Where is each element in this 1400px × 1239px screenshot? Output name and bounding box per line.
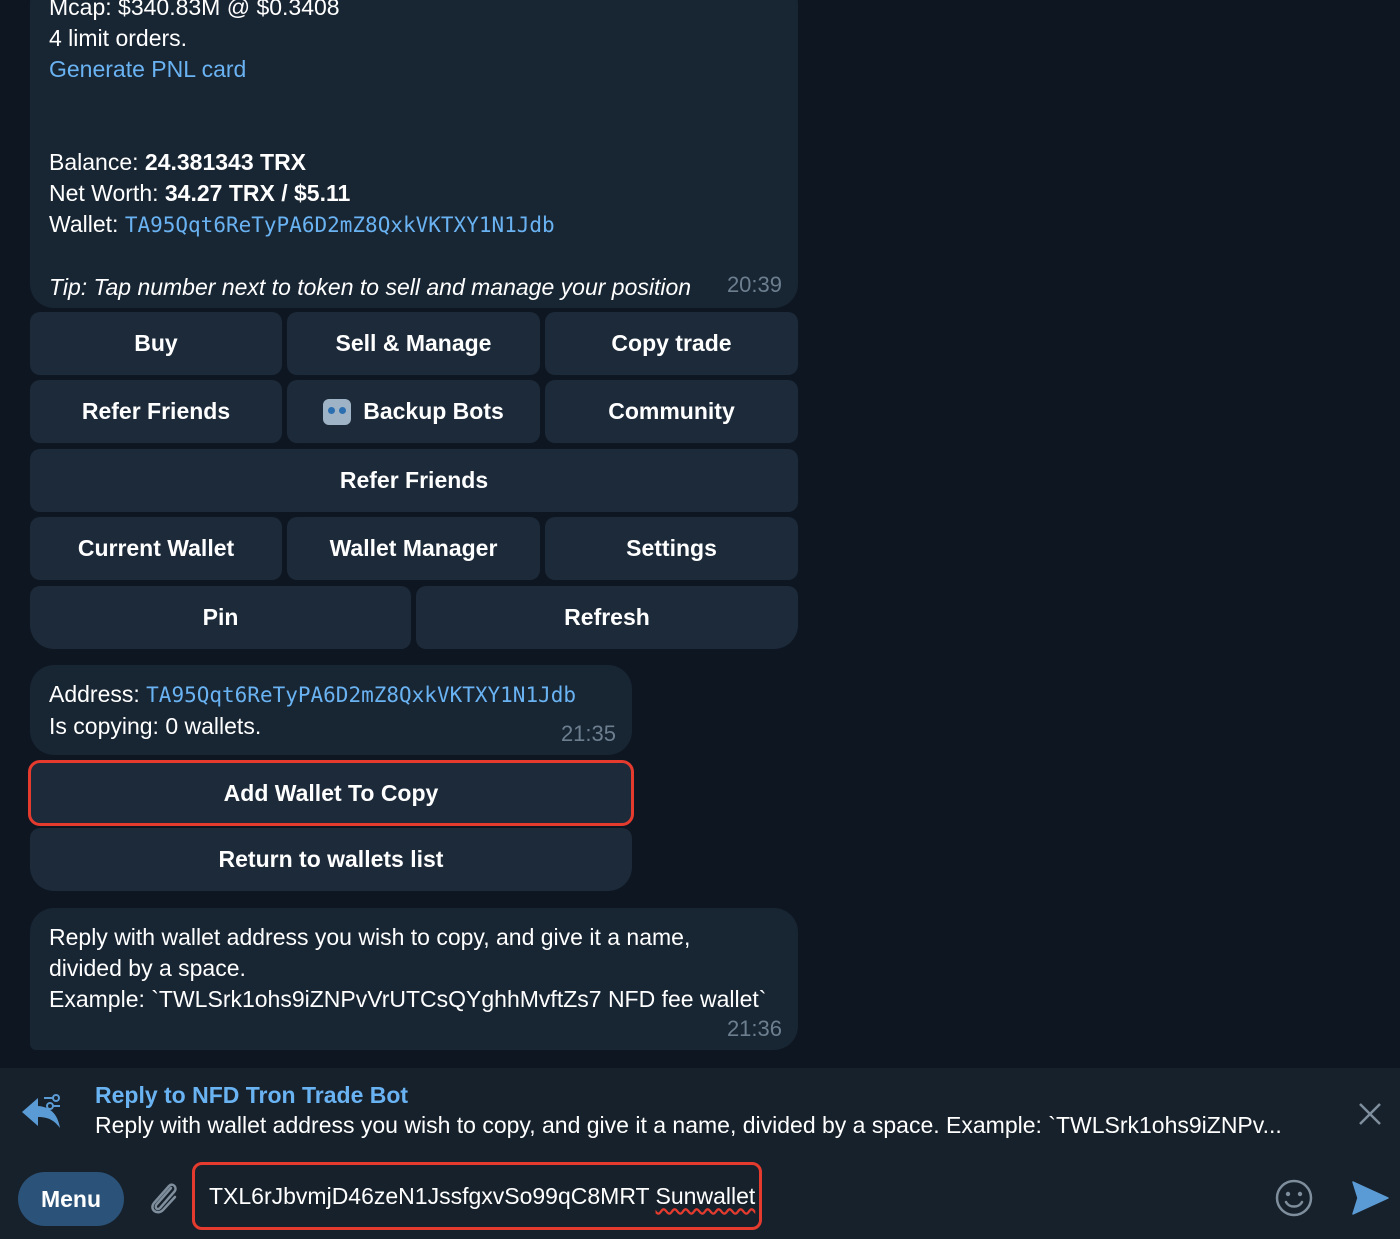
networth-label: Net Worth:: [49, 180, 165, 206]
community-button[interactable]: Community: [545, 380, 798, 443]
message-time: 21:35: [560, 721, 616, 746]
reply-title: Reply to NFD Tron Trade Bot: [95, 1082, 409, 1108]
tip-text: Tip: Tap number next to token to sell an…: [49, 274, 692, 300]
add-wallet-to-copy-button[interactable]: Add Wallet To Copy: [28, 760, 634, 826]
chat-history: Mcap: $340.83M @ $0.3408 4 limit orders.…: [0, 0, 1400, 1068]
message-bubble-instructions: Reply with wallet address you wish to co…: [30, 908, 798, 1050]
menu-button[interactable]: Menu: [18, 1172, 124, 1226]
reply-preview-text: Reply with wallet address you wish to co…: [95, 1112, 1282, 1138]
message-bubble-wallet-summary: Mcap: $340.83M @ $0.3408 4 limit orders.…: [30, 0, 798, 308]
instructions-line-3: Example: `TWLSrk1ohs9iZNPvVrUTCsQYghhMvf…: [49, 986, 767, 1012]
copy-trade-button[interactable]: Copy trade: [545, 312, 798, 375]
refer-friends-button[interactable]: Refer Friends: [30, 380, 282, 443]
refer-friends-wide-button[interactable]: Refer Friends: [30, 449, 798, 512]
sell-manage-button[interactable]: Sell & Manage: [287, 312, 540, 375]
networth-row: Net Worth: 34.27 TRX / $5.11: [49, 178, 798, 209]
copying-text: Is copying: 0 wallets.: [49, 713, 262, 739]
address-row: Address: TA95Qqt6ReTyPA6D2mZ8QxkVKTXY1N1…: [49, 679, 632, 711]
wallet-label: Wallet:: [49, 211, 125, 237]
return-to-wallets-list-button[interactable]: Return to wallets list: [30, 828, 632, 891]
networth-value: 34.27 TRX / $5.11: [164, 180, 351, 206]
refresh-button[interactable]: Refresh: [416, 586, 798, 649]
generate-pnl-link[interactable]: Generate PNL card: [49, 54, 798, 85]
emoji-icon[interactable]: [1274, 1178, 1314, 1218]
backup-bots-button[interactable]: Backup Bots: [287, 380, 540, 443]
wallet-address[interactable]: TA95Qqt6ReTyPA6D2mZ8QxkVKTXY1N1Jdb: [125, 213, 555, 237]
paperclip-icon[interactable]: [145, 1178, 181, 1218]
pin-button[interactable]: Pin: [30, 586, 411, 649]
send-icon[interactable]: [1350, 1178, 1390, 1218]
balance-label: Balance:: [49, 149, 145, 175]
close-icon[interactable]: [1358, 1102, 1382, 1126]
message-time: 21:36: [726, 1016, 782, 1041]
reply-arrow-icon: [22, 1094, 60, 1128]
address-label: Address:: [49, 681, 147, 707]
instructions-line-2: divided by a space.: [49, 955, 246, 981]
address-value[interactable]: TA95Qqt6ReTyPA6D2mZ8QxkVKTXY1N1Jdb: [146, 683, 576, 707]
message-bubble-copy-status: Address: TA95Qqt6ReTyPA6D2mZ8QxkVKTXY1N1…: [30, 665, 632, 755]
input-address-text: TXL6rJbvmjD46zeN1JssfgxvSo99qC8MRT: [209, 1182, 656, 1209]
instructions-line-1: Reply with wallet address you wish to co…: [49, 924, 691, 950]
settings-button[interactable]: Settings: [545, 517, 798, 580]
mcap-text: Mcap: $340.83M @ $0.3408: [49, 0, 340, 20]
wallet-row: Wallet: TA95Qqt6ReTyPA6D2mZ8QxkVKTXY1N1J…: [49, 209, 798, 241]
wallet-manager-button[interactable]: Wallet Manager: [287, 517, 540, 580]
limit-orders-text: 4 limit orders.: [49, 25, 188, 51]
buy-button[interactable]: Buy: [30, 312, 282, 375]
input-name-text: Sunwallet: [655, 1182, 756, 1209]
message-time: 20:39: [726, 272, 782, 297]
composer-area: Reply to NFD Tron Trade Bot Reply with w…: [0, 1068, 1400, 1239]
robot-icon: [323, 398, 352, 425]
balance-row: Balance: 24.381343 TRX: [49, 147, 798, 178]
backup-bots-label: Backup Bots: [363, 398, 504, 424]
current-wallet-button[interactable]: Current Wallet: [30, 517, 282, 580]
balance-value: 24.381343 TRX: [144, 149, 307, 175]
message-input[interactable]: TXL6rJbvmjD46zeN1JssfgxvSo99qC8MRT Sunwa…: [192, 1162, 762, 1230]
